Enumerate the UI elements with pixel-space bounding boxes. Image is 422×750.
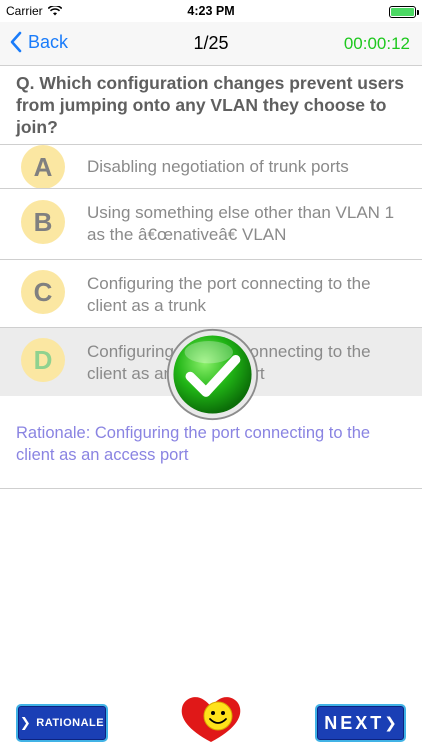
navigation-bar: Back 1/25 00:00:12 <box>0 22 422 66</box>
rationale-button-label: RATIONALE <box>36 717 105 729</box>
divider <box>0 488 422 489</box>
question-text: Q. Which configuration changes prevent u… <box>16 73 404 137</box>
option-c-text: Configuring the port connecting to the c… <box>87 274 371 315</box>
timer: 00:00:12 <box>343 34 410 53</box>
option-a-text: Disabling negotiation of trunk ports <box>87 157 349 176</box>
next-button[interactable]: NEXT ❯ <box>315 704 406 742</box>
option-b[interactable]: B Using something else other than VLAN 1… <box>0 189 422 259</box>
chevron-right-icon: ❯ <box>384 715 397 732</box>
chevron-right-icon: ❯ <box>19 715 32 730</box>
option-a-badge: A <box>21 145 65 189</box>
option-a[interactable]: A Disabling negotiation of trunk ports <box>0 145 422 189</box>
status-bar: Carrier 4:23 PM <box>0 0 422 22</box>
check-icon <box>166 328 259 421</box>
option-b-text: Using something else other than VLAN 1 a… <box>87 203 395 244</box>
smiley-heart-icon[interactable] <box>178 692 244 744</box>
option-b-badge: B <box>21 200 65 244</box>
option-c-badge: C <box>21 270 65 314</box>
status-time: 4:23 PM <box>187 4 235 18</box>
option-d-badge: D <box>21 338 65 382</box>
battery-icon <box>389 6 419 18</box>
rationale-button[interactable]: ❯ RATIONALE <box>16 704 108 742</box>
rationale-text: Rationale: Configuring the port connecti… <box>16 424 371 464</box>
next-button-label: NEXT <box>324 712 385 733</box>
option-c[interactable]: C Configuring the port connecting to the… <box>0 260 422 327</box>
